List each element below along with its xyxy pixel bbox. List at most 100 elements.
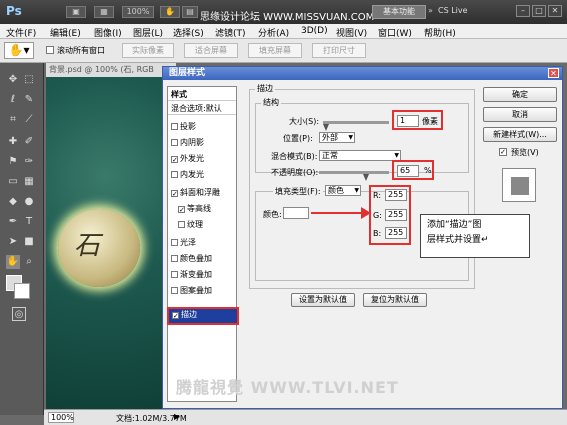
drop-shadow-checkbox[interactable]: [171, 123, 178, 130]
bevel-emboss-checkbox[interactable]: ✓: [171, 190, 178, 198]
marquee-icon[interactable]: ⬚: [22, 73, 36, 87]
actual-pixels-button[interactable]: 实际像素: [122, 43, 174, 58]
shape-icon[interactable]: ■: [22, 235, 36, 249]
background-color-swatch[interactable]: [14, 283, 30, 299]
quick-mask-icon[interactable]: ◎: [12, 307, 26, 321]
stamp-icon[interactable]: ⚑: [6, 155, 20, 169]
pen-icon[interactable]: ✒: [6, 215, 20, 229]
r-value[interactable]: 255: [385, 189, 407, 201]
opacity-slider[interactable]: [319, 171, 389, 174]
style-item-outer-glow[interactable]: ✓ 外发光: [168, 153, 236, 165]
stroke-checkbox[interactable]: ✓: [172, 312, 179, 320]
size-slider[interactable]: [323, 121, 389, 124]
arrange-icon[interactable]: ▤: [182, 6, 198, 18]
satin-checkbox[interactable]: [171, 239, 178, 246]
menu-filter[interactable]: 滤镜(T): [215, 26, 246, 39]
quick-select-icon[interactable]: ✎: [22, 93, 36, 107]
g-value[interactable]: 255: [385, 209, 407, 221]
position-select[interactable]: 外部: [319, 132, 355, 143]
contour-checkbox[interactable]: ✓: [178, 206, 185, 214]
style-item-gradient-overlay[interactable]: 渐变叠加: [168, 269, 236, 281]
fill-screen-button[interactable]: 填充屏幕: [248, 43, 302, 58]
menu-file[interactable]: 文件(F): [6, 26, 36, 39]
close-icon[interactable]: ✕: [548, 5, 562, 17]
hand-icon[interactable]: ✋: [160, 6, 180, 18]
arrow-annotation: [311, 207, 371, 219]
menu-window[interactable]: 窗口(W): [378, 26, 412, 39]
dodge-icon[interactable]: ●: [22, 195, 36, 209]
ok-button[interactable]: 确定: [483, 87, 557, 102]
dialog-close-icon[interactable]: ✕: [548, 68, 559, 78]
style-item-color-overlay[interactable]: 颜色叠加: [168, 253, 236, 265]
scroll-all-checkbox[interactable]: [46, 46, 54, 54]
zoom-level-select[interactable]: 100%: [122, 6, 154, 18]
inner-glow-checkbox[interactable]: [171, 171, 178, 178]
style-item-satin[interactable]: 光泽: [168, 237, 236, 249]
style-item-inner-glow[interactable]: 内发光: [168, 169, 236, 181]
make-default-button[interactable]: 设置为默认值: [291, 293, 355, 307]
annotation-line-2: 层样式并设置↵: [427, 235, 489, 245]
zoom-tool-icon[interactable]: ⌕: [22, 255, 36, 269]
style-item-pattern-overlay[interactable]: 图案叠加: [168, 285, 236, 297]
style-item-contour[interactable]: ✓ 等高线: [168, 203, 236, 215]
workspace-button[interactable]: 基本功能: [372, 5, 426, 19]
reset-default-button[interactable]: 复位为默认值: [363, 293, 427, 307]
eraser-icon[interactable]: ▭: [6, 175, 20, 189]
lasso-icon[interactable]: ℓ: [6, 93, 20, 107]
fill-type-select[interactable]: 颜色: [325, 185, 361, 196]
chevron-right-icon[interactable]: »: [428, 6, 433, 15]
hand-tool-preset-icon[interactable]: ✋▾: [4, 42, 34, 59]
fit-screen-button[interactable]: 适合屏幕: [184, 43, 238, 58]
blend-options-item[interactable]: 混合选项:默认: [168, 103, 236, 115]
menu-3d[interactable]: 3D(D): [301, 26, 328, 36]
preview-checkbox[interactable]: ✓: [499, 148, 507, 156]
inner-shadow-checkbox[interactable]: [171, 139, 178, 146]
gradient-overlay-checkbox[interactable]: [171, 271, 178, 278]
document-tab[interactable]: 背景.psd @ 100% (石, RGB: [46, 63, 176, 77]
style-item-stroke[interactable]: ✓ 描边: [167, 307, 239, 325]
crop-icon[interactable]: ⌗: [6, 113, 20, 127]
cs-live-button[interactable]: CS Live: [438, 6, 468, 15]
menu-edit[interactable]: 编辑(E): [50, 26, 81, 39]
stroke-color-swatch[interactable]: [283, 207, 309, 219]
status-arrow-icon[interactable]: ▶: [174, 412, 180, 421]
zoom-field[interactable]: 100%: [48, 412, 74, 423]
style-item-inner-shadow[interactable]: 内阴影: [168, 137, 236, 149]
minimize-icon[interactable]: –: [516, 5, 530, 17]
bridge-icon[interactable]: ▣: [66, 6, 86, 18]
menu-view[interactable]: 视图(V): [336, 26, 367, 39]
type-icon[interactable]: T: [22, 215, 36, 229]
path-select-icon[interactable]: ➤: [6, 235, 20, 249]
history-brush-icon[interactable]: ✑: [22, 155, 36, 169]
eyedropper-icon[interactable]: ⟋: [22, 113, 36, 127]
menu-help[interactable]: 帮助(H): [424, 26, 456, 39]
menu-layer[interactable]: 图层(L): [133, 26, 163, 39]
style-item-bevel-emboss[interactable]: ✓ 斜面和浮雕: [168, 187, 236, 199]
b-value[interactable]: 255: [385, 227, 407, 239]
menu-image[interactable]: 图像(I): [94, 26, 122, 39]
move-icon[interactable]: ✥: [6, 73, 20, 87]
outer-glow-checkbox[interactable]: ✓: [171, 156, 178, 164]
hand-tool-icon[interactable]: ✋: [6, 255, 20, 269]
arrow-head: [361, 207, 371, 219]
styles-header[interactable]: 样式: [168, 89, 236, 101]
brush-icon[interactable]: ✐: [22, 135, 36, 149]
menu-analysis[interactable]: 分析(A): [258, 26, 289, 39]
mini-bridge-icon[interactable]: ▦: [94, 6, 114, 18]
gradient-icon[interactable]: ▦: [22, 175, 36, 189]
menu-select[interactable]: 选择(S): [173, 26, 204, 39]
document-canvas[interactable]: 石: [46, 77, 166, 409]
style-item-drop-shadow[interactable]: 投影: [168, 121, 236, 133]
color-overlay-checkbox[interactable]: [171, 255, 178, 262]
maximize-icon[interactable]: □: [532, 5, 546, 17]
blur-icon[interactable]: ◆: [6, 195, 20, 209]
style-item-texture[interactable]: 纹理: [168, 219, 236, 231]
pattern-overlay-checkbox[interactable]: [171, 287, 178, 294]
cancel-button[interactable]: 取消: [483, 107, 557, 122]
stroke-section-title: 描边: [255, 83, 275, 94]
blend-mode-select[interactable]: 正常: [319, 150, 401, 161]
healing-icon[interactable]: ✚: [6, 135, 20, 149]
print-size-button[interactable]: 打印尺寸: [312, 43, 366, 58]
texture-checkbox[interactable]: [178, 221, 185, 228]
new-style-button[interactable]: 新建样式(W)...: [483, 127, 557, 142]
